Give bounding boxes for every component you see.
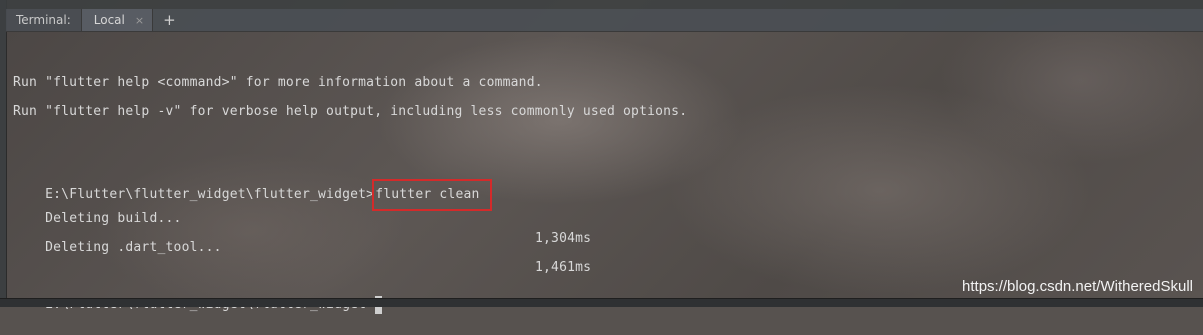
command-line: E:\Flutter\flutter_widget\flutter_widget… [13, 159, 492, 211]
output-line-build: Deleting build... 1,304ms [13, 189, 713, 246]
output-text: Deleting .dart_tool... [45, 240, 222, 255]
help-line-2: Run "flutter help -v" for verbose help o… [13, 104, 688, 119]
tab-local[interactable]: Local × [80, 9, 154, 31]
top-editor-edge [6, 0, 1203, 9]
output-timing: 1,461ms [535, 260, 592, 275]
status-bar-edge [0, 298, 1203, 307]
close-icon[interactable]: × [135, 14, 144, 27]
left-tool-strip [0, 0, 7, 307]
watermark-text: https://blog.csdn.net/WitheredSkull [962, 278, 1193, 295]
output-line-dart-tool: Deleting .dart_tool... 1,461ms [13, 218, 713, 275]
tab-local-label: Local [93, 13, 125, 27]
help-line-1: Run "flutter help <command>" for more in… [13, 75, 543, 90]
prompt-line: E:\Flutter\flutter_widget\flutter_widget… [13, 275, 383, 314]
terminal-tab-bar: Terminal: Local × + [6, 9, 1203, 32]
add-icon[interactable]: + [163, 11, 176, 29]
terminal-output[interactable]: Run "flutter help <command>" for more in… [13, 32, 1203, 314]
terminal-title: Terminal: [16, 13, 71, 27]
